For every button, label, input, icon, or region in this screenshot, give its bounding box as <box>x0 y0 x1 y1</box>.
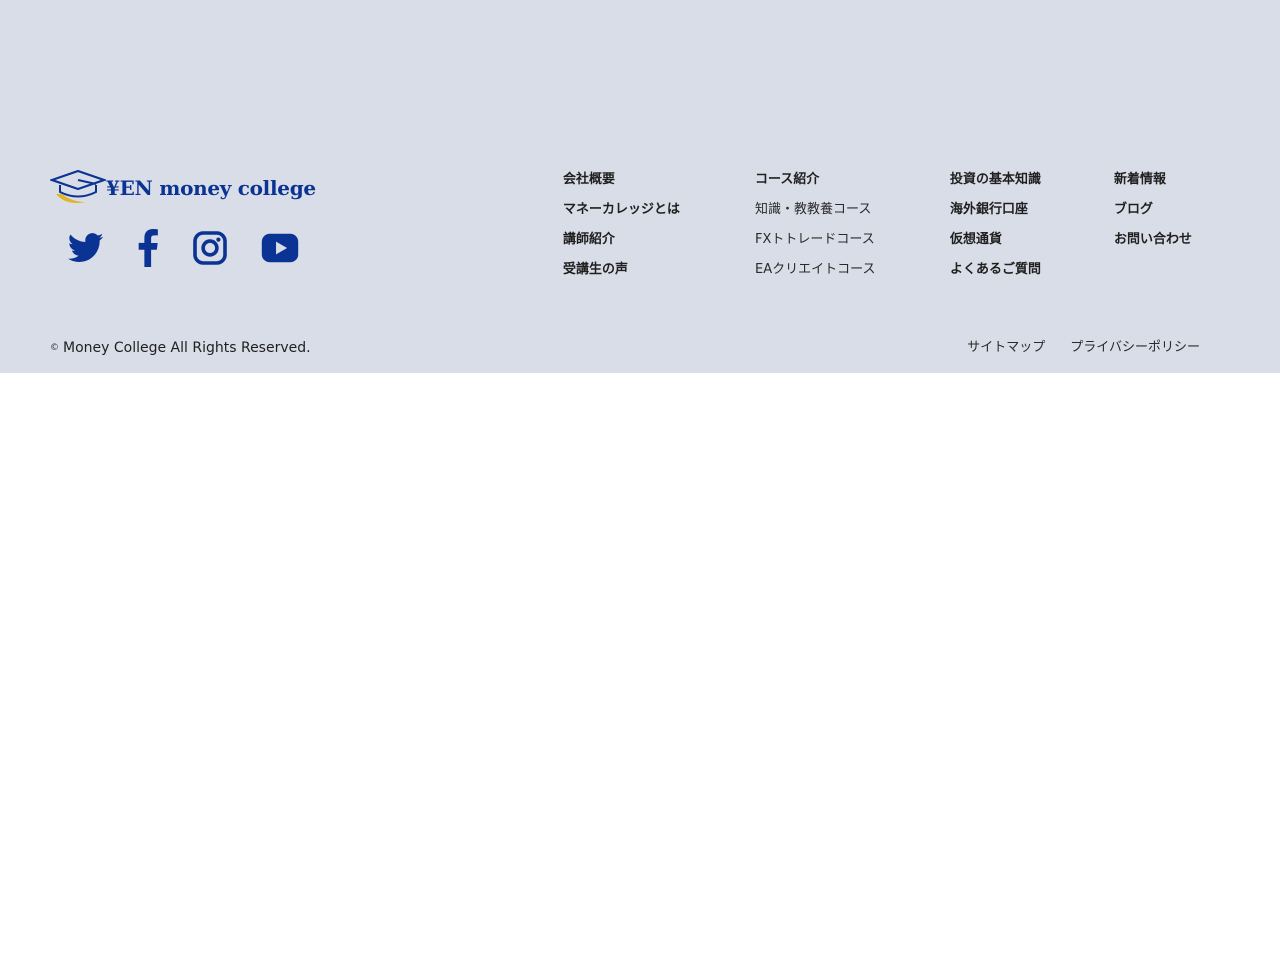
nav-column-courses: コース紹介 知識・教教養コース FXトトレードコース EAクリエイトコース <box>755 168 875 288</box>
logo[interactable]: ¥EN money college <box>50 168 320 208</box>
nav-link-investment-basics[interactable]: 投資の基本知識 <box>950 168 1041 198</box>
legal-links: サイトマップ プライバシーポリシー <box>967 337 1200 359</box>
nav-link-overseas-bank[interactable]: 海外銀行口座 <box>950 198 1041 228</box>
nav-link-faq[interactable]: よくあるご質問 <box>950 258 1041 288</box>
logo-text: ¥EN money college <box>106 176 316 200</box>
nav-link-ea-create-course[interactable]: EAクリエイトコース <box>755 258 875 288</box>
social-links <box>60 226 320 270</box>
nav-column-company: 会社概要 マネーカレッジとは 講師紹介 受講生の声 <box>563 168 680 288</box>
nav-link-instructors[interactable]: 講師紹介 <box>563 228 680 258</box>
sitemap-link[interactable]: サイトマップ <box>967 337 1045 359</box>
nav-column-info: 新着情報 ブログ お問い合わせ <box>1114 168 1192 258</box>
copyright-mark: © <box>50 343 59 353</box>
site-footer: ¥EN money college 会社概要 マネーカレッジとは 講師紹介 受講… <box>0 0 1280 373</box>
youtube-link[interactable] <box>258 226 302 270</box>
nav-column-knowledge: 投資の基本知識 海外銀行口座 仮想通貨 よくあるご質問 <box>950 168 1041 288</box>
nav-link-contact[interactable]: お問い合わせ <box>1114 228 1192 258</box>
twitter-link[interactable] <box>64 226 108 270</box>
nav-link-news[interactable]: 新着情報 <box>1114 168 1192 198</box>
facebook-icon <box>138 229 158 267</box>
instagram-icon <box>193 231 227 265</box>
graduation-cap-icon <box>50 169 106 203</box>
nav-link-blog[interactable]: ブログ <box>1114 198 1192 228</box>
privacy-policy-link[interactable]: プライバシーポリシー <box>1070 337 1200 359</box>
copyright-text: Money College All Rights Reserved. <box>63 340 311 356</box>
nav-link-fx-trade-course[interactable]: FXトトレードコース <box>755 228 875 258</box>
nav-link-company-overview[interactable]: 会社概要 <box>563 168 680 198</box>
facebook-link[interactable] <box>126 226 170 270</box>
instagram-link[interactable] <box>188 226 232 270</box>
youtube-icon <box>261 233 299 263</box>
nav-link-courses[interactable]: コース紹介 <box>755 168 875 198</box>
nav-link-knowledge-course[interactable]: 知識・教教養コース <box>755 198 875 228</box>
twitter-icon <box>68 233 104 262</box>
copyright: © Money College All Rights Reserved. <box>50 337 311 359</box>
nav-link-testimonials[interactable]: 受講生の声 <box>563 258 680 288</box>
nav-link-about[interactable]: マネーカレッジとは <box>563 198 680 228</box>
nav-link-crypto[interactable]: 仮想通貨 <box>950 228 1041 258</box>
